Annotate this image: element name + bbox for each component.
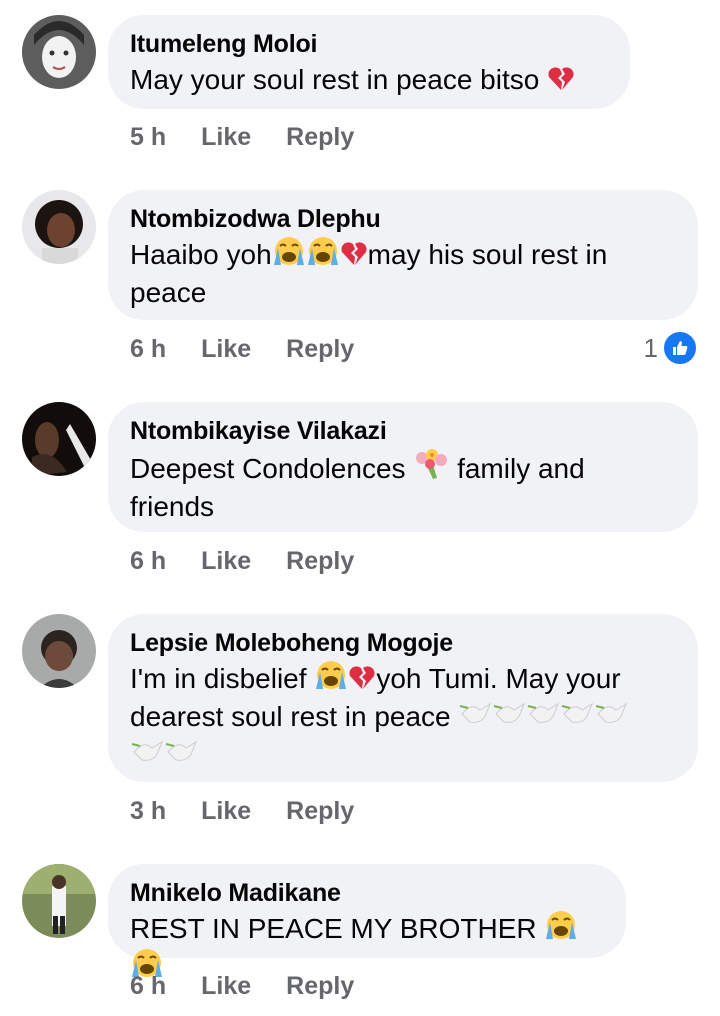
dove-icon [492, 698, 526, 734]
comment-bubble[interactable]: Ntombikayise Vilakazi Deepest Condolence… [108, 402, 698, 532]
comment-author[interactable]: Ntombikayise Vilakazi [130, 416, 676, 446]
comment-actions: 5 h Like Reply [130, 122, 354, 152]
avatar[interactable] [22, 402, 96, 476]
comment-bubble[interactable]: Lepsie Moleboheng Mogoje I'm in disbelie… [108, 614, 698, 782]
loudly-crying-face-icon [544, 910, 578, 946]
comment-time[interactable]: 6 h [130, 971, 166, 1001]
comment-actions: 6 h Like Reply [130, 971, 354, 1001]
comment-author[interactable]: Mnikelo Madikane [130, 878, 604, 908]
avatar[interactable] [22, 15, 96, 89]
avatar[interactable] [22, 190, 96, 264]
loudly-crying-face-icon [306, 236, 340, 272]
dove-icon [560, 698, 594, 734]
comment-bubble[interactable]: Itumeleng Moloi May your soul rest in pe… [108, 15, 630, 109]
dove-icon [526, 698, 560, 734]
comment-actions: 6 h Like Reply [130, 546, 354, 576]
dove-icon [130, 736, 164, 772]
comment-author[interactable]: Ntombizodwa Dlephu [130, 204, 676, 234]
comment-bubble[interactable]: Ntombizodwa Dlephu Haaibo yoh may his sou… [108, 190, 698, 320]
comment-text: Deepest Condolences family and friends [130, 448, 676, 526]
comment-time[interactable]: 3 h [130, 796, 166, 826]
comment-text: Haaibo yoh may his soul rest in peace [130, 236, 676, 312]
broken-heart-icon [547, 65, 575, 97]
like-button[interactable]: Like [201, 971, 251, 1001]
loudly-crying-face-icon [272, 236, 306, 272]
reply-button[interactable]: Reply [286, 971, 354, 1001]
loudly-crying-face-icon [314, 660, 348, 696]
broken-heart-icon [348, 664, 376, 696]
comment-time[interactable]: 6 h [130, 546, 166, 576]
comment-time[interactable]: 6 h [130, 334, 166, 364]
comment-actions: 3 h Like Reply [130, 796, 354, 826]
comment-actions: 6 h Like Reply [130, 334, 354, 364]
reply-button[interactable]: Reply [286, 334, 354, 364]
comment-text: May your soul rest in peace bitso [130, 61, 608, 99]
reply-button[interactable]: Reply [286, 796, 354, 826]
comment-author[interactable]: Lepsie Moleboheng Mogoje [130, 628, 676, 658]
avatar[interactable] [22, 864, 96, 938]
bouquet-icon [413, 448, 449, 486]
reply-button[interactable]: Reply [286, 546, 354, 576]
thumbs-up-icon [662, 330, 698, 366]
dove-icon [458, 698, 492, 734]
comment-text: I'm in disbelief yoh Tumi. May your deare… [130, 660, 676, 774]
like-button[interactable]: Like [201, 334, 251, 364]
dove-icon [164, 736, 198, 772]
like-button[interactable]: Like [201, 796, 251, 826]
avatar[interactable] [22, 614, 96, 688]
dove-icon [594, 698, 628, 734]
comment-time[interactable]: 5 h [130, 122, 166, 152]
like-button[interactable]: Like [201, 122, 251, 152]
comment-author[interactable]: Itumeleng Moloi [130, 29, 608, 59]
reaction-summary[interactable]: 1 [644, 330, 698, 366]
comment-bubble[interactable]: Mnikelo Madikane REST IN PEACE MY BROTHE… [108, 864, 626, 977]
like-button[interactable]: Like [201, 546, 251, 576]
broken-heart-icon [340, 240, 368, 272]
reply-button[interactable]: Reply [286, 122, 354, 152]
reaction-count: 1 [643, 332, 658, 363]
